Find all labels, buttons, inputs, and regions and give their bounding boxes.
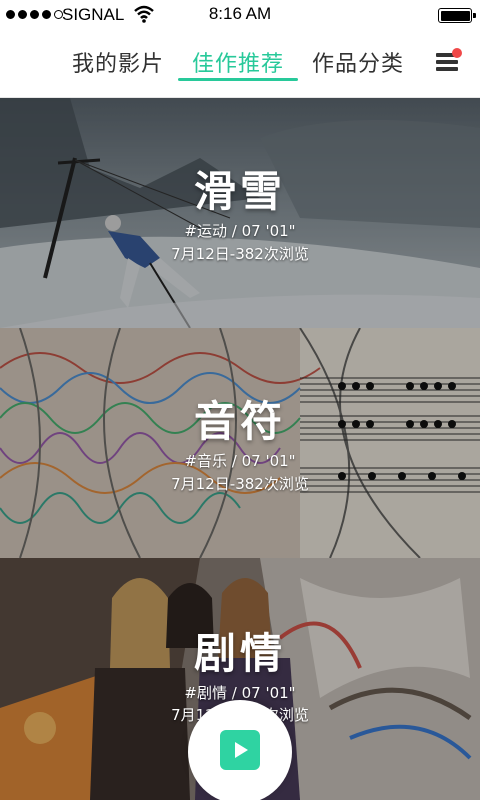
notification-dot (452, 48, 462, 58)
card-title: 音符 (193, 397, 286, 446)
tab-my-videos[interactable]: 我的影片 (72, 46, 164, 78)
card-title: 滑雪 (193, 167, 286, 216)
card-meta: #运动 / 07 '01" (184, 222, 296, 240)
card-views: 382次浏览 (235, 245, 309, 263)
card-duration: 07 '01" (241, 684, 296, 702)
top-navigation: 我的影片 佳作推荐 作品分类 (0, 30, 480, 98)
card-title: 剧情 (193, 629, 286, 678)
card-date: 7月12日 (171, 475, 230, 493)
card-duration: 07 '01" (241, 452, 296, 470)
tab-categories[interactable]: 作品分类 (312, 46, 404, 78)
card-views: 382次浏览 (235, 475, 309, 493)
battery-icon (438, 8, 476, 23)
card-stats: 7月12日-382次浏览 (171, 475, 309, 493)
play-icon (235, 742, 248, 758)
status-bar: SIGNAL 8:16 AM (0, 0, 480, 30)
card-tag: #剧情 (184, 684, 227, 702)
play-button[interactable] (188, 700, 292, 800)
video-card-music[interactable]: 音符 #音乐 / 07 '01" 7月12日-382次浏览 (0, 328, 480, 558)
card-tag: #音乐 (184, 452, 227, 470)
status-time: 8:16 AM (208, 4, 272, 23)
active-tab-indicator (178, 78, 298, 81)
card-date: 7月12日 (171, 245, 230, 263)
card-tag: #运动 (184, 222, 227, 240)
card-duration: 07 '01" (241, 222, 296, 240)
card-stats: 7月12日-382次浏览 (171, 245, 309, 263)
tab-recommended[interactable]: 佳作推荐 (192, 46, 284, 78)
play-button-square[interactable] (220, 730, 260, 770)
card-meta: #音乐 / 07 '01" (184, 452, 296, 470)
video-card-ski[interactable]: 滑雪 #运动 / 07 '01" 7月12日-382次浏览 (0, 98, 480, 328)
